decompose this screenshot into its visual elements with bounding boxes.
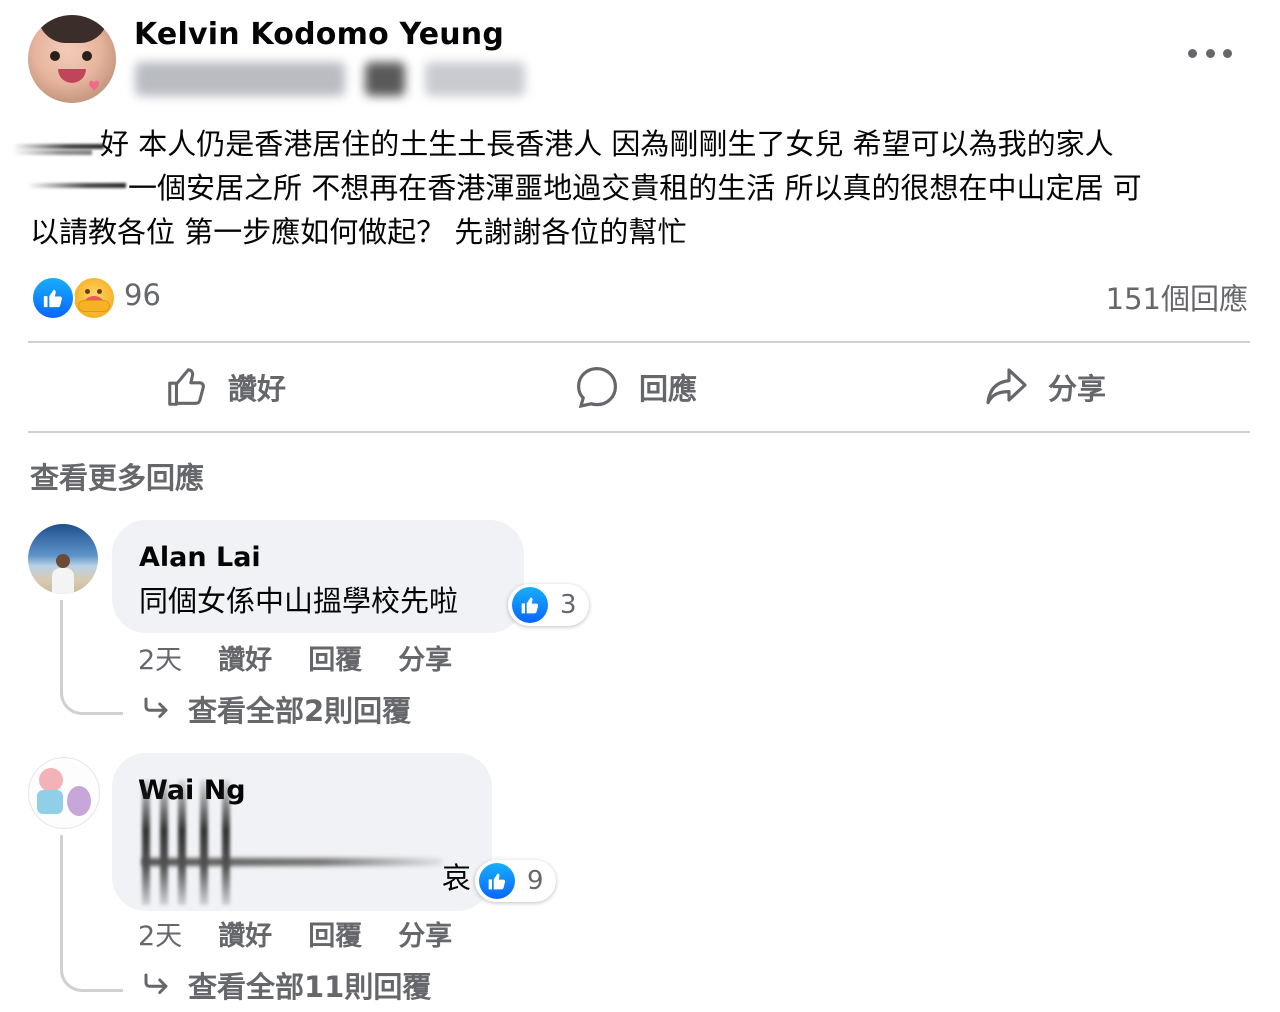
view-replies-link[interactable]: 查看全部2則回覆: [140, 688, 411, 730]
comment-text: 同個女係中山搵學校先啦: [139, 584, 459, 618]
care-reaction-icon[interactable]: [72, 276, 116, 320]
view-replies-label: 查看全部2則回覆: [188, 694, 412, 728]
share-button[interactable]: 分享: [982, 362, 1106, 412]
like-label: 讚好: [228, 372, 287, 406]
comment-meta: 2天 讚好 回覆 分享: [138, 638, 452, 677]
like-reaction-icon[interactable]: [31, 276, 75, 320]
redaction-smear: [160, 780, 168, 905]
comment-like-button[interactable]: 讚好: [218, 638, 272, 677]
like-count: 3: [560, 590, 577, 620]
thumbs-up-icon: [168, 368, 205, 406]
comment-label: 回應: [639, 372, 698, 406]
comment-count[interactable]: 151個回應: [1106, 276, 1248, 318]
comment-button[interactable]: 回應: [573, 362, 697, 412]
redaction-smear: [142, 780, 150, 905]
redaction-smear: [12, 144, 104, 149]
comment-time[interactable]: 2天: [138, 638, 182, 677]
redaction-smear: [178, 780, 186, 905]
post-line: 一個安居之所 不想再在香港渾噩地過交貴租的生活 所以真的很想在中山定居 可: [128, 171, 1142, 205]
share-label: 分享: [1048, 372, 1107, 406]
blurred-post-meta: [135, 62, 525, 96]
reply-arrow-icon: [144, 973, 168, 994]
heart-icon: ♥: [88, 79, 101, 95]
redaction-smear: [200, 780, 208, 905]
divider: [28, 341, 1250, 343]
comment-like-count[interactable]: 3: [508, 584, 589, 626]
redaction-smear: [222, 780, 230, 905]
comment-meta: 2天 讚好 回覆 分享: [138, 914, 452, 953]
comment-reply-button[interactable]: 回覆: [308, 914, 362, 953]
post-author-name[interactable]: Kelvin Kodomo Yeung: [134, 17, 504, 52]
commenter-avatar[interactable]: [28, 757, 100, 829]
comment-like-count[interactable]: 9: [475, 860, 556, 902]
post-body: 好 本人仍是香港居住的土生土長香港人 因為剛剛生了女兒 希望可以為我的家人 一個…: [30, 122, 1254, 254]
comment-time[interactable]: 2天: [138, 914, 182, 953]
author-avatar[interactable]: ♥: [28, 15, 116, 103]
more-options-icon[interactable]: [1188, 38, 1232, 68]
reaction-count[interactable]: 96: [124, 278, 161, 312]
comment-share-button[interactable]: 分享: [398, 914, 452, 953]
share-icon: [986, 368, 1027, 405]
comment-bubble: Alan Lai 同個女係中山搵學校先啦: [112, 520, 524, 633]
thread-line: [60, 600, 123, 715]
comment-reply-button[interactable]: 回覆: [308, 638, 362, 677]
commenter-avatar[interactable]: [28, 524, 98, 594]
reply-arrow-icon: [144, 697, 168, 718]
comment-icon: [576, 366, 618, 409]
view-replies-link[interactable]: 查看全部11則回覆: [140, 964, 431, 1006]
divider: [28, 431, 1250, 433]
post-line: 好 本人仍是香港居住的土生土長香港人 因為剛剛生了女兒 希望可以為我的家人: [100, 127, 1114, 161]
comment-share-button[interactable]: 分享: [398, 638, 452, 677]
comment-text: 哀: [442, 861, 472, 895]
view-more-comments-link[interactable]: 查看更多回應: [30, 455, 204, 497]
commenter-name[interactable]: Alan Lai: [139, 542, 261, 573]
redaction-smear: [12, 150, 92, 155]
like-count: 9: [527, 866, 544, 896]
like-button[interactable]: 讚好: [164, 362, 286, 412]
comment-like-button[interactable]: 讚好: [218, 914, 272, 953]
redaction-smear: [142, 858, 442, 866]
redaction-smear: [28, 183, 126, 188]
comment-bubble: Wai Ng 哀: [112, 753, 492, 911]
like-reaction-icon: [512, 587, 548, 623]
view-replies-label: 查看全部11則回覆: [188, 970, 432, 1004]
like-reaction-icon: [479, 863, 515, 899]
post-line: 以請教各位 第一步應如何做起？ 先謝謝各位的幫忙: [30, 215, 687, 249]
